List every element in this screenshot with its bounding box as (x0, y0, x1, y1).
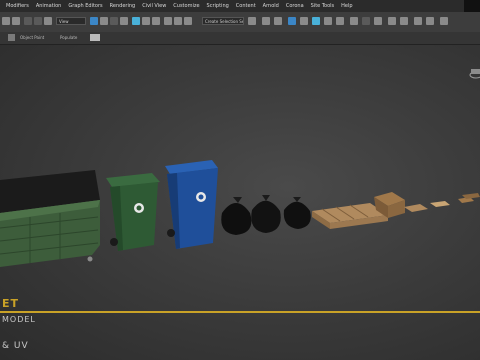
mirror-icon[interactable] (262, 17, 270, 25)
overlay-subtitle: MODEL (2, 315, 36, 324)
menu-scripting[interactable]: Scripting (207, 3, 229, 9)
select-icon[interactable] (90, 17, 98, 25)
render-icon[interactable] (374, 17, 382, 25)
main-toolbar: View Create Selection Se (0, 12, 480, 33)
accent-rule (0, 311, 480, 313)
snap-icon[interactable] (164, 17, 172, 25)
named-selection-input[interactable]: Create Selection Se (202, 17, 244, 25)
bind-space-warp-icon[interactable] (44, 17, 52, 25)
edit-named-selection-icon[interactable] (248, 17, 256, 25)
viewcube-gizmo (469, 69, 480, 79)
scene-render (0, 69, 480, 313)
angle-snap-icon[interactable] (174, 17, 182, 25)
menu-content[interactable]: Content (236, 3, 256, 9)
corona-render-icon[interactable] (426, 17, 434, 25)
menu-rendering[interactable]: Rendering (110, 3, 136, 9)
toggle-ribbon-icon[interactable] (300, 17, 308, 25)
green-wheelie-bin (106, 173, 160, 251)
perspective-viewport[interactable]: ET MODEL & UV (0, 45, 480, 360)
ribbon-bar: Object Paint Populate (0, 32, 480, 45)
rotate-icon[interactable] (142, 17, 150, 25)
menu-animation[interactable]: Animation (36, 3, 62, 9)
schematic-view-icon[interactable] (324, 17, 332, 25)
overlay-footer: & UV (2, 341, 29, 351)
ribbon-icon[interactable] (8, 34, 15, 41)
trash-bags (221, 195, 311, 235)
move-icon[interactable] (132, 17, 140, 25)
redo-icon[interactable] (12, 17, 20, 25)
cardboard-boxes (374, 192, 480, 218)
frame-buffer-icon[interactable] (440, 17, 448, 25)
ribbon-object-paint[interactable]: Object Paint (20, 35, 44, 40)
layer-explorer-icon[interactable] (288, 17, 296, 25)
menu-arnold[interactable]: Arnold (263, 3, 279, 9)
material-editor-icon[interactable] (336, 17, 344, 25)
overlay-title: ET (2, 297, 20, 310)
menu-help[interactable]: Help (341, 3, 352, 9)
scale-icon[interactable] (152, 17, 160, 25)
window-crossing-icon[interactable] (120, 17, 128, 25)
menu-site-tools[interactable]: Site Tools (311, 3, 335, 9)
ribbon-toggle-icon[interactable] (90, 34, 100, 41)
rendered-frame-icon[interactable] (362, 17, 370, 25)
app-window: Modifiers Animation Graph Editors Render… (0, 0, 480, 360)
unlink-icon[interactable] (34, 17, 42, 25)
menu-modifiers[interactable]: Modifiers (6, 3, 29, 9)
ribbon-populate[interactable]: Populate (60, 35, 77, 40)
select-by-name-icon[interactable] (100, 17, 108, 25)
arnold-render-icon[interactable] (414, 17, 422, 25)
menu-customize[interactable]: Customize (173, 3, 199, 9)
render-setup-icon[interactable] (350, 17, 358, 25)
undo-icon[interactable] (2, 17, 10, 25)
menu-graph-editors[interactable]: Graph Editors (68, 3, 102, 9)
render-production-icon[interactable] (400, 17, 408, 25)
link-icon[interactable] (24, 17, 32, 25)
window-controls[interactable] (464, 0, 480, 12)
teapot-icon[interactable] (388, 17, 396, 25)
menu-corona[interactable]: Corona (286, 3, 304, 9)
blue-wheelie-bin (165, 160, 218, 249)
dumpster-model (0, 170, 100, 267)
region-select-icon[interactable] (110, 17, 118, 25)
percent-snap-icon[interactable] (184, 17, 192, 25)
menu-civil-view[interactable]: Civil View (142, 3, 166, 9)
selection-filter-dropdown[interactable]: View (56, 17, 86, 25)
align-icon[interactable] (274, 17, 282, 25)
curve-editor-icon[interactable] (312, 17, 320, 25)
